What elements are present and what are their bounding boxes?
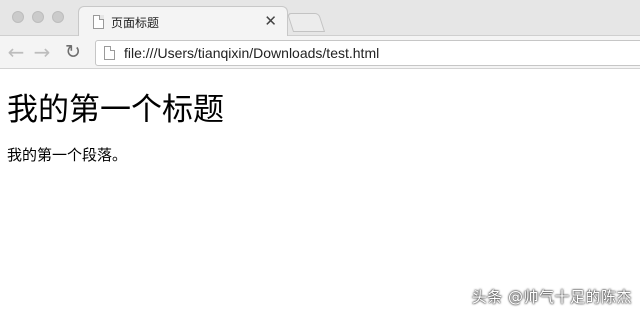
address-bar[interactable]: file:///Users/tianqixin/Downloads/test.h…: [95, 40, 640, 66]
back-arrow-icon[interactable]: ←: [5, 41, 27, 63]
page-heading: 我的第一个标题: [7, 92, 224, 128]
document-icon: [104, 46, 115, 60]
page-content: 我的第一个标题 我的第一个段落。: [7, 90, 640, 165]
close-window-button[interactable]: [12, 11, 24, 23]
tab-strip: 页面标题 ✕: [0, 0, 640, 37]
browser-tab[interactable]: 页面标题 ✕: [78, 6, 288, 37]
new-tab-button[interactable]: [286, 13, 326, 32]
forward-arrow-icon[interactable]: →: [31, 41, 53, 63]
maximize-window-button[interactable]: [52, 11, 64, 23]
address-url[interactable]: file:///Users/tianqixin/Downloads/test.h…: [124, 45, 379, 61]
document-icon: [93, 15, 104, 29]
browser-toolbar: ← → ↻ file:///Users/tianqixin/Downloads/…: [0, 36, 640, 69]
page-paragraph: 我的第一个段落。: [7, 146, 128, 164]
tab-title: 页面标题: [111, 16, 160, 30]
tab-close-icon[interactable]: ✕: [264, 12, 277, 30]
minimize-window-button[interactable]: [32, 11, 44, 23]
reload-icon[interactable]: ↻: [62, 41, 84, 63]
watermark-text: 头条 @帅气十足的陈杰: [471, 288, 632, 306]
